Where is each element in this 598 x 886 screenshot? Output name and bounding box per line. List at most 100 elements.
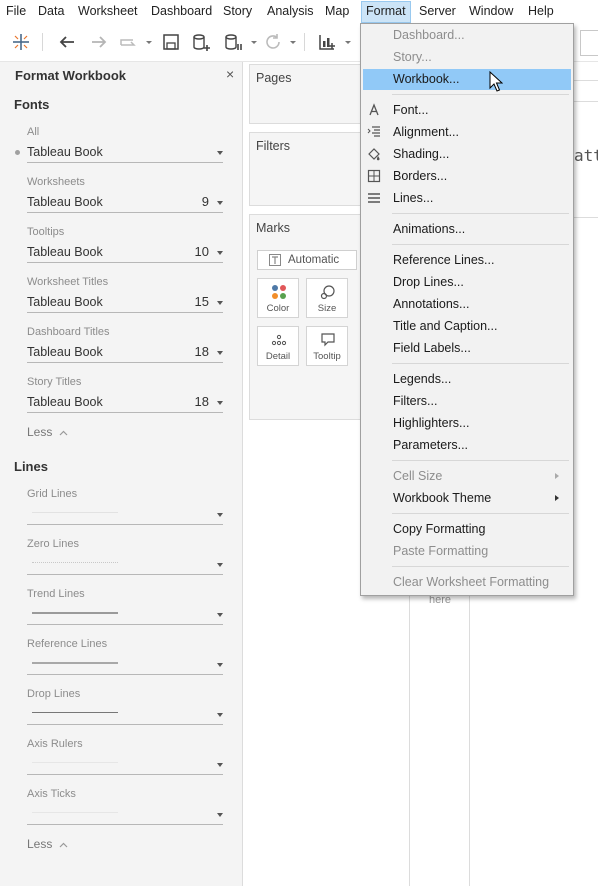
- menu-item-label: Drop Lines...: [393, 275, 464, 289]
- field-label-tooltips: Tooltips: [27, 226, 65, 238]
- menu-item-cell-size[interactable]: Cell Size: [363, 466, 571, 487]
- font-select-worksheet-titles[interactable]: Tableau Book 15: [27, 292, 223, 313]
- pages-card[interactable]: Pages: [249, 64, 361, 124]
- tableau-logo-icon[interactable]: [10, 31, 32, 53]
- menu-item-label: Workbook Theme: [393, 491, 492, 505]
- menu-help[interactable]: Help: [528, 4, 554, 18]
- mark-type-label: Automatic: [288, 254, 340, 266]
- menu-item-shading[interactable]: Shading...: [363, 144, 571, 165]
- menu-item-dashboard[interactable]: Dashboard...: [363, 25, 571, 46]
- menu-file[interactable]: File: [6, 4, 26, 18]
- less-label: Less: [27, 837, 53, 851]
- redo-icon[interactable]: [88, 31, 110, 53]
- menu-server[interactable]: Server: [419, 4, 456, 18]
- new-data-source-icon[interactable]: [190, 31, 212, 53]
- close-icon[interactable]: ×: [226, 66, 234, 82]
- menu-item-clear-worksheet-formatting[interactable]: Clear Worksheet Formatting: [363, 572, 571, 593]
- menu-item-drop-lines[interactable]: Drop Lines...: [363, 272, 571, 293]
- chevron-down-icon[interactable]: [146, 41, 152, 44]
- sheet-title-partial: att: [574, 146, 598, 165]
- font-size: 18: [194, 394, 209, 409]
- pause-redo-icon[interactable]: [118, 31, 140, 53]
- chevron-down-icon[interactable]: [345, 41, 351, 44]
- menu-separator: [392, 566, 569, 567]
- toolbar-dropdown-partial[interactable]: [580, 30, 598, 56]
- menu-item-label: Dashboard...: [393, 28, 465, 42]
- line-select-reference-lines[interactable]: [27, 654, 223, 675]
- line-select-zero-lines[interactable]: [27, 554, 223, 575]
- line-select-grid-lines[interactable]: [27, 504, 223, 525]
- button-label: Size: [317, 303, 337, 314]
- font-size: 10: [194, 244, 209, 259]
- font-name: Tableau Book: [27, 345, 103, 359]
- chevron-down-icon[interactable]: [290, 41, 296, 44]
- menu-item-parameters[interactable]: Parameters...: [363, 435, 571, 456]
- refresh-icon[interactable]: [262, 31, 284, 53]
- field-label-grid-lines: Grid Lines: [27, 488, 78, 500]
- save-icon[interactable]: [160, 31, 182, 53]
- menu-item-paste-formatting[interactable]: Paste Formatting: [363, 541, 571, 562]
- color-button[interactable]: Color: [257, 278, 299, 318]
- menu-worksheet[interactable]: Worksheet: [78, 4, 138, 18]
- lines-section-title: Lines: [14, 459, 48, 474]
- submenu-arrow-icon: [555, 473, 559, 479]
- line-select-axis-rulers[interactable]: [27, 754, 223, 775]
- menu-item-annotations[interactable]: Annotations...: [363, 294, 571, 315]
- less-toggle-lines[interactable]: Less: [27, 837, 68, 851]
- font-name: Tableau Book: [27, 145, 103, 159]
- size-button[interactable]: Size: [306, 278, 348, 318]
- menu-item-title-and-caption[interactable]: Title and Caption...: [363, 316, 571, 337]
- menu-story[interactable]: Story: [223, 4, 252, 18]
- menu-item-borders[interactable]: Borders...: [363, 166, 571, 187]
- menu-item-reference-lines[interactable]: Reference Lines...: [363, 250, 571, 271]
- menu-item-legends[interactable]: Legends...: [363, 369, 571, 390]
- line-select-trend-lines[interactable]: [27, 604, 223, 625]
- font-select-worksheets[interactable]: Tableau Book 9: [27, 192, 223, 213]
- tooltip-button[interactable]: Tooltip: [306, 326, 348, 366]
- menu-item-label: Lines...: [393, 191, 434, 205]
- font-select-tooltips[interactable]: Tableau Book 10: [27, 242, 223, 263]
- format-workbook-panel: Format Workbook × Fonts All Tableau Book…: [0, 62, 243, 886]
- card-title: Pages: [256, 71, 292, 85]
- menu-format[interactable]: Format: [361, 1, 411, 23]
- font-select-story-titles[interactable]: Tableau Book 18: [27, 392, 223, 413]
- menu-item-filters[interactable]: Filters...: [363, 391, 571, 412]
- menu-window[interactable]: Window: [469, 4, 513, 18]
- menu-item-story[interactable]: Story...: [363, 47, 571, 68]
- field-label-worksheet-titles: Worksheet Titles: [27, 276, 109, 288]
- menu-item-highlighters[interactable]: Highlighters...: [363, 413, 571, 434]
- line-sample: [32, 562, 118, 563]
- menu-item-font[interactable]: Font...: [363, 100, 571, 121]
- line-sample: [32, 812, 118, 813]
- chevron-down-icon: [217, 513, 223, 517]
- line-select-drop-lines[interactable]: [27, 704, 223, 725]
- less-toggle-fonts[interactable]: Less: [27, 425, 68, 439]
- menu-dashboard[interactable]: Dashboard: [151, 4, 212, 18]
- font-select-dashboard-titles[interactable]: Tableau Book 18: [27, 342, 223, 363]
- chevron-down-icon: [217, 301, 223, 305]
- menu-data[interactable]: Data: [38, 4, 64, 18]
- menu-item-label: Animations...: [393, 222, 466, 236]
- menu-map[interactable]: Map: [325, 4, 349, 18]
- menu-item-lines[interactable]: Lines...: [363, 188, 571, 209]
- pause-auto-updates-icon[interactable]: [222, 31, 244, 53]
- line-sample: [32, 712, 118, 713]
- detail-button[interactable]: Detail: [257, 326, 299, 366]
- alignment-icon: [367, 126, 380, 137]
- lines-icon: [368, 193, 380, 203]
- menu-item-copy-formatting[interactable]: Copy Formatting: [363, 519, 571, 540]
- font-select-all[interactable]: Tableau Book: [27, 142, 223, 163]
- show-me-icon[interactable]: [316, 31, 338, 53]
- chevron-down-icon[interactable]: [251, 41, 257, 44]
- undo-icon[interactable]: [56, 31, 78, 53]
- filters-card[interactable]: Filters: [249, 132, 361, 206]
- menu-item-alignment[interactable]: Alignment...: [363, 122, 571, 143]
- menu-item-animations[interactable]: Animations...: [363, 219, 571, 240]
- field-label-all: All: [27, 126, 40, 138]
- menu-analysis[interactable]: Analysis: [267, 4, 314, 18]
- line-select-axis-ticks[interactable]: [27, 804, 223, 825]
- menu-item-field-labels[interactable]: Field Labels...: [363, 338, 571, 359]
- menu-item-workbook[interactable]: Workbook...: [363, 69, 571, 90]
- menu-item-workbook-theme[interactable]: Workbook Theme: [363, 488, 571, 509]
- mark-type-dropdown[interactable]: Automatic: [257, 250, 357, 270]
